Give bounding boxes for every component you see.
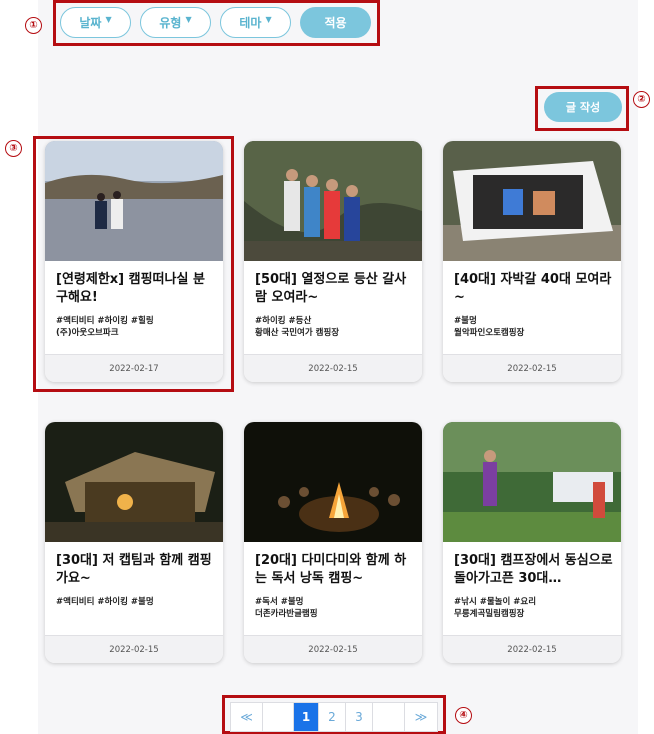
card-tags: #낚시 #물놀이 #요리 <box>454 597 537 607</box>
card-tags: #액티비티 #하이킹 #불멍 <box>56 597 154 607</box>
card-date: 2022-02-15 <box>244 635 422 663</box>
card-image-hikers <box>244 141 422 261</box>
page-button-1[interactable]: 1 <box>294 703 319 731</box>
card-date: 2022-02-15 <box>45 635 223 663</box>
type-filter-dropdown[interactable]: 유형 ▼ <box>140 7 211 38</box>
pagination: ≪ 1 2 3 ≫ <box>230 702 438 732</box>
card-tags: #불멍 <box>454 316 477 326</box>
first-page-button[interactable]: ≪ <box>231 703 263 731</box>
apply-button[interactable]: 적용 <box>300 7 371 38</box>
card-title: [30대] 저 캡팀과 함께 캠핑 가요~ <box>56 553 212 586</box>
post-card[interactable]: [30대] 캠프장에서 동심으로 돌아가고픈 30대… #낚시 #물놀이 #요리… <box>443 422 621 663</box>
page-button-2[interactable]: 2 <box>319 703 346 731</box>
card-place: 월악파인오토캠핑장 <box>454 328 525 338</box>
card-title: [50대] 열정으로 등산 갈사람 오여라~ <box>255 272 407 305</box>
card-title: [연령제한x] 캠핑떠나실 분 구해요! <box>56 272 205 305</box>
pagination-spacer <box>263 703 294 731</box>
type-filter-label: 유형 <box>159 16 182 30</box>
filter-bar: 날짜 ▼ 유형 ▼ 테마 ▼ 적용 <box>60 7 371 38</box>
card-tags: #하이킹 #등산 <box>255 316 312 326</box>
card-place: (주)아웃오브파크 <box>56 328 119 338</box>
caret-down-icon: ▼ <box>265 15 272 24</box>
pagination-spacer <box>373 703 405 731</box>
post-card[interactable]: [연령제한x] 캠핑떠나실 분 구해요! #액티비티 #하이킹 #힐링 (주)아… <box>45 141 223 382</box>
card-image-campfire <box>244 422 422 542</box>
card-date: 2022-02-15 <box>443 635 621 663</box>
theme-filter-label: 테마 <box>239 16 262 30</box>
caret-down-icon: ▼ <box>105 15 112 24</box>
date-filter-label: 날짜 <box>79 16 102 30</box>
card-date: 2022-02-17 <box>45 354 223 382</box>
post-card[interactable]: [30대] 저 캡팀과 함께 캠핑 가요~ #액티비티 #하이킹 #불멍 202… <box>45 422 223 663</box>
card-image-tent-night <box>45 422 223 542</box>
post-card[interactable]: [20대] 다미다미와 함께 하는 독서 낭독 캠핑~ #독서 #불멍 더존카라… <box>244 422 422 663</box>
annotation-number-1: ① <box>25 17 42 34</box>
theme-filter-dropdown[interactable]: 테마 ▼ <box>220 7 291 38</box>
card-date: 2022-02-15 <box>244 354 422 382</box>
card-tags: #액티비티 #하이킹 #힐링 <box>56 316 154 326</box>
write-post-button[interactable]: 글 작성 <box>544 92 622 122</box>
card-image-people-walking <box>45 141 223 261</box>
card-date: 2022-02-15 <box>443 354 621 382</box>
post-card[interactable]: [40대] 자박갈 40대 모여라~ #불멍 월악파인오토캠핑장 2022-02… <box>443 141 621 382</box>
card-title: [30대] 캠프장에서 동심으로 돌아가고픈 30대… <box>454 553 613 586</box>
card-tags: #독서 #불멍 <box>255 597 304 607</box>
card-image-water-play <box>443 422 621 542</box>
annotation-number-3: ③ <box>5 140 22 157</box>
card-image-car-camping <box>443 141 621 261</box>
card-title: [20대] 다미다미와 함께 하는 독서 낭독 캠핑~ <box>255 553 407 586</box>
caret-down-icon: ▼ <box>185 15 192 24</box>
card-place: 더존카라반글램핑 <box>255 609 318 619</box>
last-page-button[interactable]: ≫ <box>405 703 437 731</box>
card-title: [40대] 자박갈 40대 모여라~ <box>454 272 612 305</box>
date-filter-dropdown[interactable]: 날짜 ▼ <box>60 7 131 38</box>
card-place: 황매산 국민여가 캠핑장 <box>255 328 340 338</box>
post-card[interactable]: [50대] 열정으로 등산 갈사람 오여라~ #하이킹 #등산 황매산 국민여가… <box>244 141 422 382</box>
card-place: 무릉계곡밀림캠핑장 <box>454 609 525 619</box>
page-button-3[interactable]: 3 <box>346 703 373 731</box>
annotation-number-4: ④ <box>455 707 472 724</box>
annotation-number-2: ② <box>633 91 650 108</box>
